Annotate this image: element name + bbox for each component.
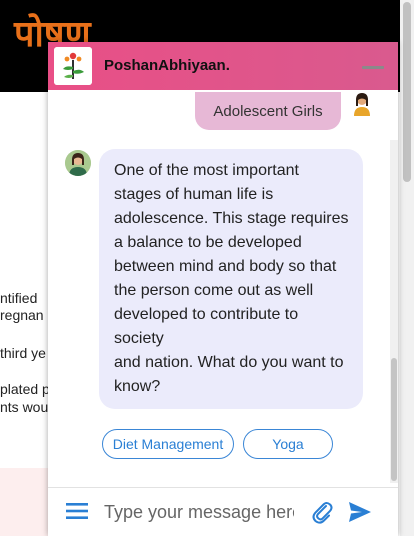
bot-message-line: the person come out as well bbox=[114, 282, 314, 299]
bot-message-line: a balance to be developed bbox=[114, 234, 302, 251]
bot-avatar bbox=[65, 150, 91, 176]
user-message-bubble: Adolescent Girls bbox=[195, 92, 341, 130]
chat-scrollbar[interactable] bbox=[390, 140, 398, 483]
background-text-line: ntified bbox=[0, 290, 38, 306]
background-text-line: nts wou bbox=[0, 399, 49, 415]
chat-header: PoshanAbhiyaan. bbox=[48, 42, 398, 90]
option-diet-management-button[interactable]: Diet Management bbox=[102, 429, 234, 459]
poshan-logo bbox=[54, 47, 92, 85]
background-text-line: plated p bbox=[0, 381, 50, 397]
background-section bbox=[0, 468, 50, 536]
option-yoga-button[interactable]: Yoga bbox=[243, 429, 333, 459]
bot-message-line: between mind and body so that bbox=[114, 258, 337, 275]
chat-messages: Adolescent Girls One of the most importa… bbox=[48, 90, 398, 483]
hamburger-icon[interactable] bbox=[66, 502, 88, 520]
background-text-line: regnan bbox=[0, 307, 44, 323]
paperclip-icon[interactable] bbox=[311, 500, 333, 524]
background-text-line: third ye bbox=[0, 345, 46, 361]
send-icon[interactable] bbox=[348, 501, 372, 523]
bot-message-line: developed to contribute to bbox=[114, 306, 299, 323]
bot-message-line: know? bbox=[114, 378, 161, 395]
chat-scrollbar-thumb[interactable] bbox=[391, 358, 397, 481]
user-message-text: Adolescent Girls bbox=[213, 102, 323, 120]
minimize-icon[interactable] bbox=[362, 66, 384, 69]
chat-input-bar bbox=[48, 487, 398, 536]
bot-message-line: stages of human life is bbox=[114, 186, 274, 203]
option-label: Yoga bbox=[272, 436, 304, 452]
page: पोषण ntified regnan third ye plated p nt… bbox=[0, 0, 414, 536]
chat-widget: PoshanAbhiyaan. Adolescent Girls One of … bbox=[48, 42, 398, 536]
page-scrollbar[interactable] bbox=[400, 0, 414, 536]
bot-message-line: One of the most important bbox=[114, 162, 299, 179]
page-scrollbar-thumb[interactable] bbox=[403, 2, 411, 182]
bot-message-line: and nation. What do you want to bbox=[114, 354, 344, 371]
bot-avatar-icon bbox=[65, 150, 91, 176]
bot-message-line: adolescence. This stage requires bbox=[114, 210, 349, 227]
bot-message-bubble: One of the most important stages of huma… bbox=[99, 149, 363, 409]
bot-message-line: society bbox=[114, 330, 164, 347]
chat-title: PoshanAbhiyaan. bbox=[104, 57, 230, 74]
user-avatar bbox=[354, 93, 370, 116]
message-input[interactable] bbox=[104, 498, 294, 526]
option-label: Diet Management bbox=[112, 436, 224, 452]
